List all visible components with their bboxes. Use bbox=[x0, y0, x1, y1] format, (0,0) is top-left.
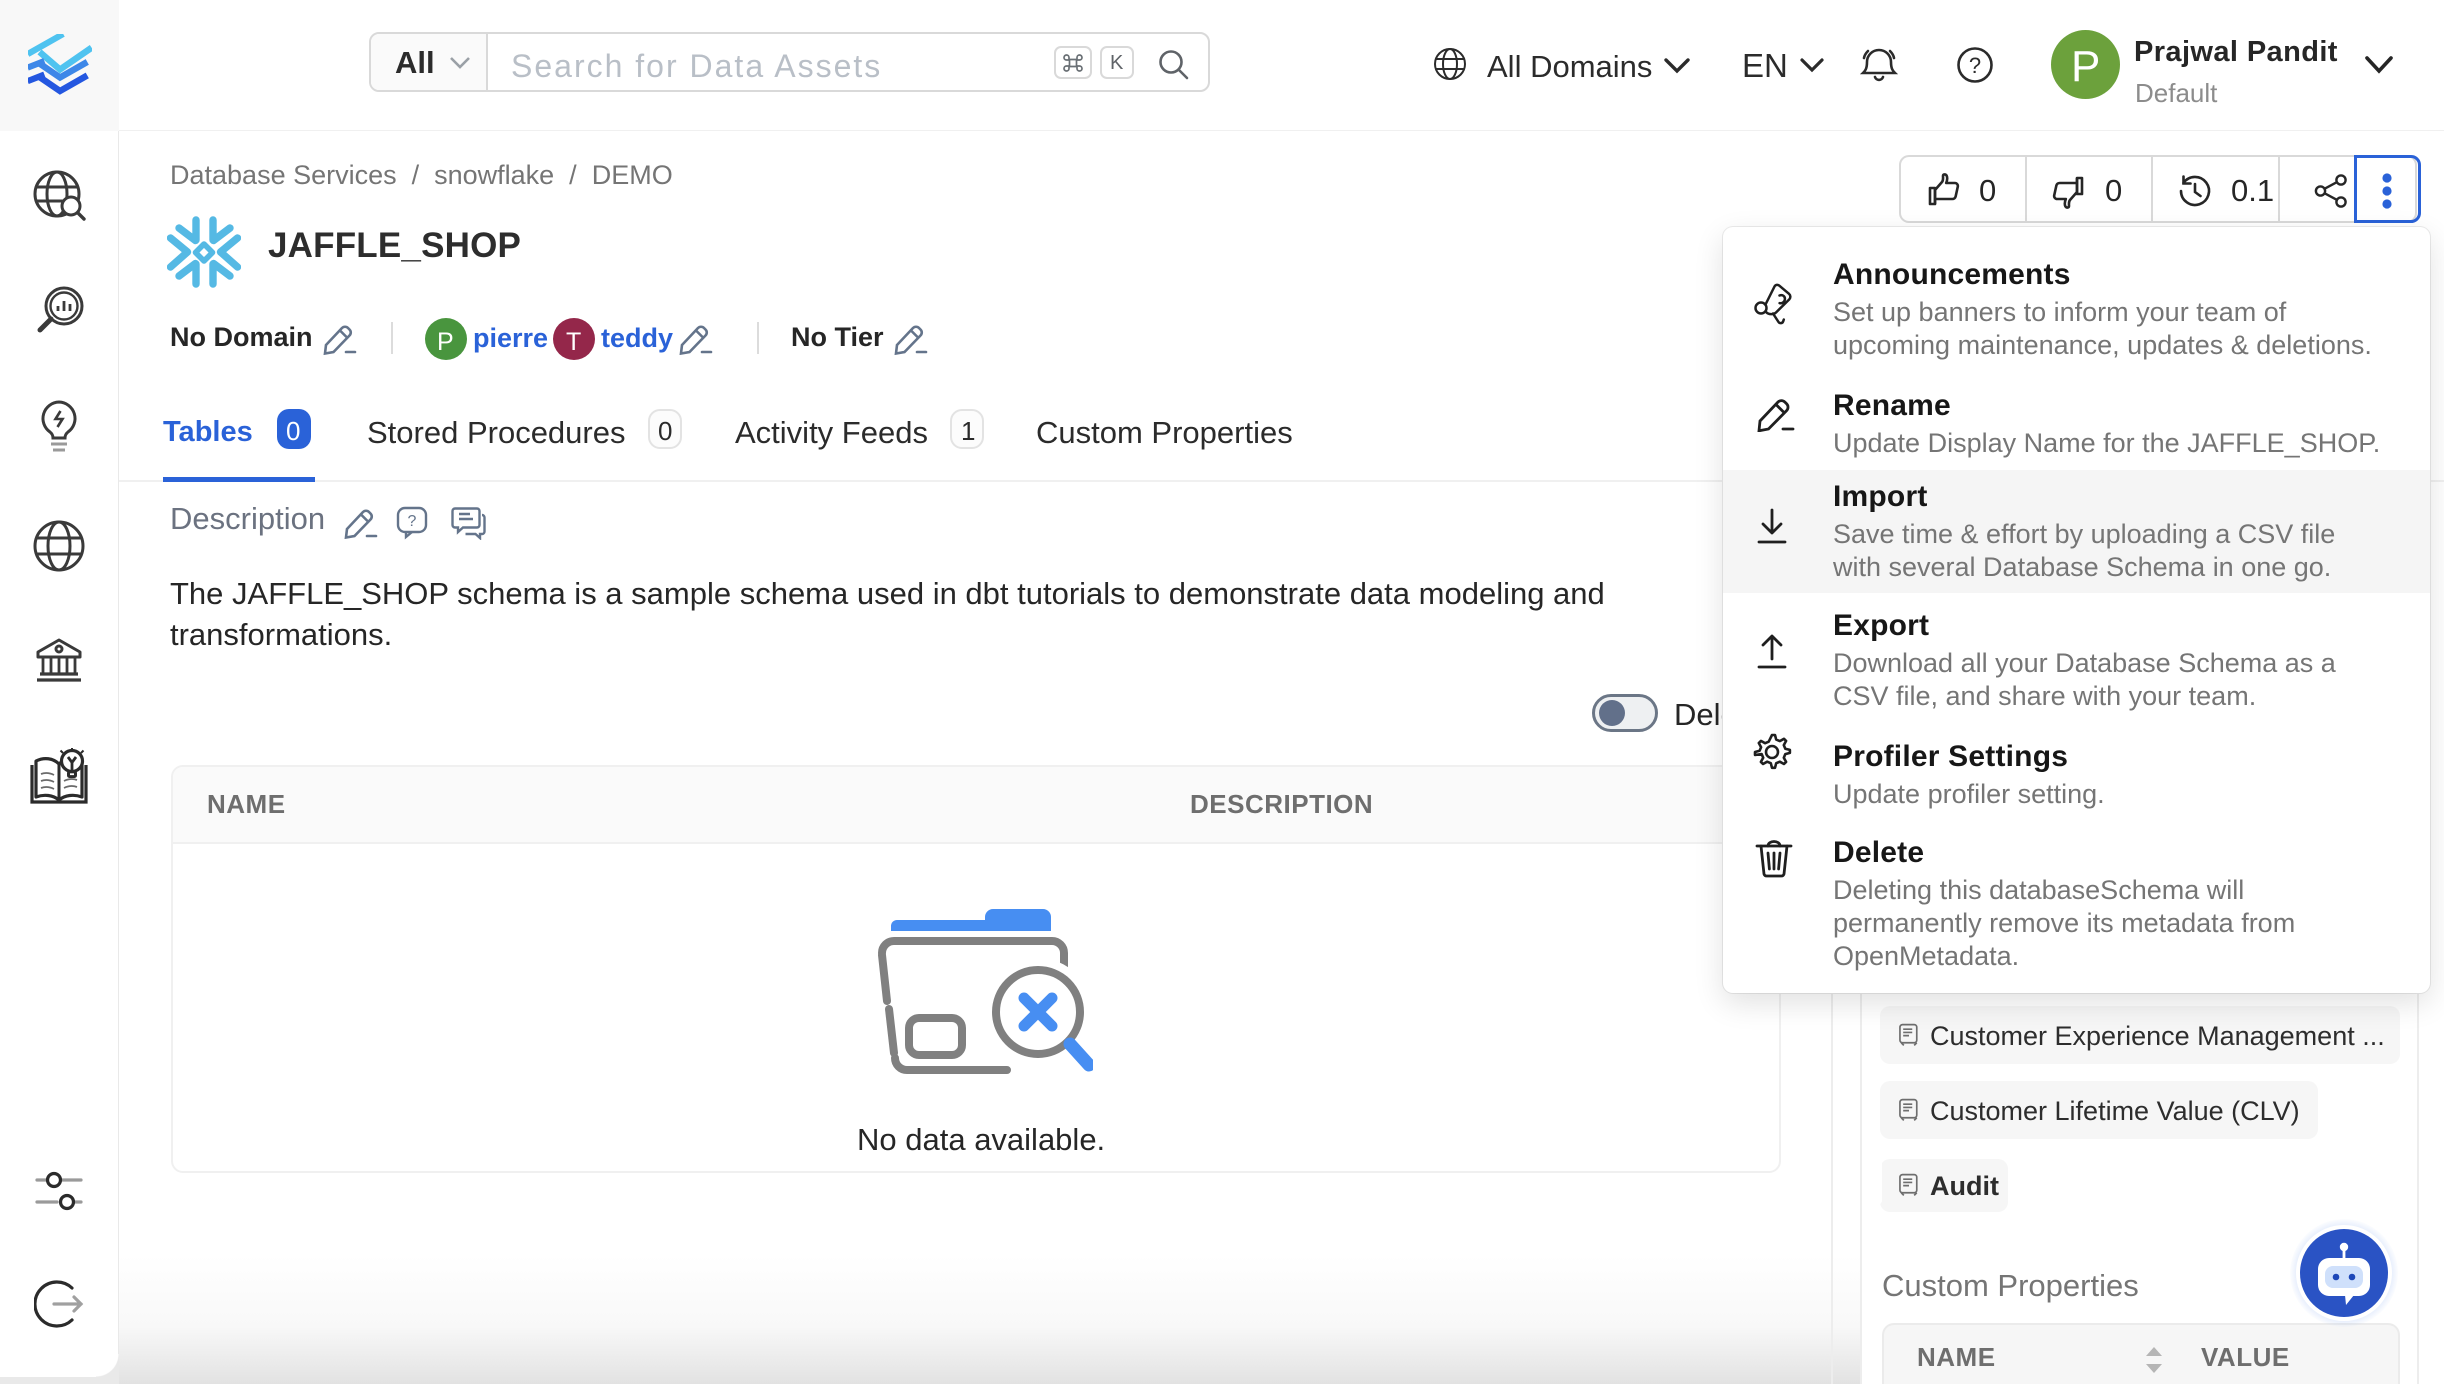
svg-text:?: ? bbox=[408, 513, 417, 530]
svg-text:?: ? bbox=[1969, 53, 1981, 78]
